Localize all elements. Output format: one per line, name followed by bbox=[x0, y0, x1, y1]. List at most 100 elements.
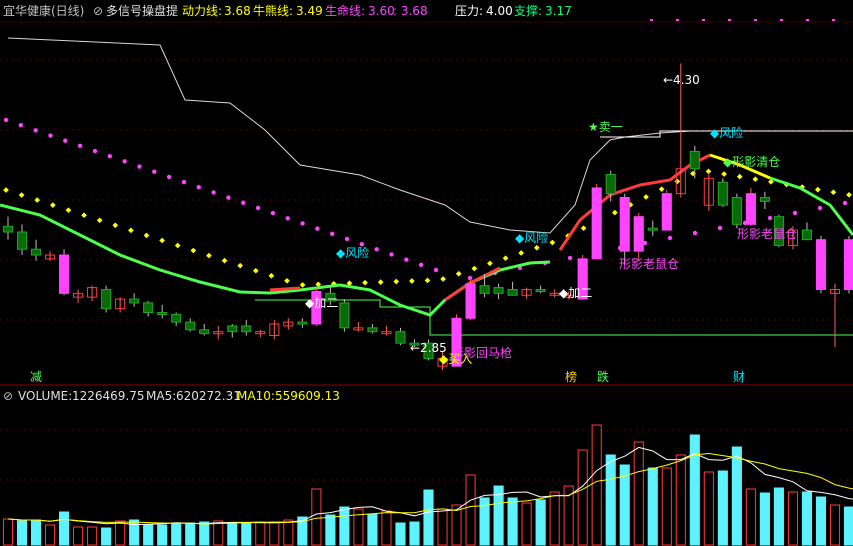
volume-bar-13 bbox=[185, 522, 196, 546]
volume-bar-19 bbox=[269, 521, 280, 546]
yellow-dot-34 bbox=[533, 244, 540, 251]
yellow-dot-1 bbox=[18, 192, 25, 198]
volume-bar-37 bbox=[521, 502, 532, 546]
pink-dot-8 bbox=[122, 159, 127, 164]
volume-bar-38 bbox=[535, 499, 546, 546]
risk-signal-3: ◆风险 bbox=[710, 126, 744, 140]
candle-body-13 bbox=[185, 321, 196, 331]
yellow-dot-14 bbox=[221, 257, 228, 264]
add-signal-2: ◆加二 bbox=[559, 286, 593, 300]
yellow-dot-2 bbox=[34, 197, 41, 203]
pink-dot-22 bbox=[330, 231, 335, 236]
yellow-dot-32 bbox=[502, 255, 509, 261]
pink-dot-10 bbox=[152, 169, 157, 174]
clear-position-signal: ◆形影清仓 bbox=[723, 155, 781, 169]
volume-bar-18 bbox=[255, 521, 266, 546]
candle-body-46 bbox=[647, 227, 658, 231]
candle-body-12 bbox=[171, 313, 182, 323]
volume-bar-6 bbox=[87, 526, 98, 546]
pink-dot-21 bbox=[315, 226, 320, 231]
pink-dot-4 bbox=[63, 138, 68, 143]
pink-dot-b-4 bbox=[567, 255, 573, 261]
volume-bar-4 bbox=[59, 511, 70, 546]
yellow-dot-31 bbox=[487, 260, 493, 267]
yellow-dot-18 bbox=[284, 277, 290, 284]
pink-dot-15 bbox=[226, 195, 231, 200]
pink-dot-5 bbox=[77, 143, 83, 149]
pink-dot-b-12 bbox=[767, 215, 773, 221]
candle-body-16 bbox=[227, 325, 238, 333]
pink-dot-26 bbox=[389, 252, 394, 257]
volume-bar-14 bbox=[199, 521, 210, 546]
pink-dot-19 bbox=[285, 216, 290, 221]
yellow-dot-47 bbox=[736, 173, 743, 180]
candle-body-44 bbox=[619, 197, 630, 252]
ma10-value: 559609.13 bbox=[275, 389, 340, 403]
candle-body-33 bbox=[465, 283, 476, 319]
candle-body-4 bbox=[59, 254, 70, 294]
candle-body-53 bbox=[745, 193, 756, 225]
ma5-value: 620272.31 bbox=[176, 389, 241, 403]
pink-dot-13 bbox=[196, 185, 201, 190]
yellow-dot-43 bbox=[674, 178, 681, 185]
pink-dot-20 bbox=[300, 221, 305, 226]
yellow-dot-11 bbox=[174, 242, 181, 249]
candle-body-60 bbox=[843, 239, 853, 291]
volume-bar-24 bbox=[339, 506, 350, 546]
sell-signal-1: ★卖一 bbox=[588, 120, 623, 134]
candle-body-28 bbox=[395, 331, 406, 344]
yellow-dot-16 bbox=[252, 267, 259, 274]
add-signal-1: ◆加二 bbox=[305, 296, 339, 310]
pink-dot-b-9 bbox=[692, 230, 698, 236]
volume-bar-33 bbox=[465, 474, 476, 546]
volume-bar-41 bbox=[577, 449, 588, 546]
top-mark-4 bbox=[754, 19, 757, 21]
candle-body-14 bbox=[199, 329, 210, 335]
pink-dot-27 bbox=[404, 257, 409, 262]
ma10-label: MA10: bbox=[237, 389, 275, 403]
high-price-label: ←4.30 bbox=[663, 73, 700, 87]
yellow-dot-23 bbox=[362, 279, 368, 286]
candle-body-21 bbox=[297, 321, 308, 325]
pink-dot-1 bbox=[18, 122, 24, 128]
volume-bar-46 bbox=[647, 467, 658, 546]
pink-dot-28 bbox=[418, 262, 424, 268]
pink-dot-0 bbox=[3, 117, 9, 123]
pink-dot-16 bbox=[241, 200, 246, 205]
candle-body-34 bbox=[479, 285, 490, 294]
pink-dot-9 bbox=[137, 164, 142, 169]
top-mark-7 bbox=[832, 19, 835, 21]
yellow-dot-26 bbox=[409, 278, 415, 284]
top-mark-1 bbox=[676, 19, 679, 21]
price-volume-chart[interactable] bbox=[0, 0, 853, 546]
pink-dot-b-14 bbox=[817, 205, 823, 211]
candle-body-45 bbox=[633, 216, 644, 252]
yellow-dot-13 bbox=[206, 252, 212, 259]
life-line-red-a bbox=[269, 286, 301, 292]
top-mark-5 bbox=[780, 19, 783, 21]
yellow-dot-33 bbox=[518, 250, 524, 256]
candle-body-0 bbox=[2, 225, 14, 233]
candle-body-43 bbox=[605, 174, 616, 195]
pink-dot-25 bbox=[374, 247, 379, 252]
top-mark-3 bbox=[728, 19, 731, 21]
marker-jian: 减 bbox=[30, 370, 43, 384]
volume-menu-icon[interactable]: ⊘ bbox=[3, 389, 13, 403]
volume-bar-30 bbox=[423, 489, 434, 546]
yellow-dot-15 bbox=[237, 262, 243, 269]
volume-bar-58 bbox=[815, 496, 827, 546]
volume-bar-11 bbox=[157, 524, 168, 546]
volume-bar-23 bbox=[325, 514, 336, 546]
volume-bar-2 bbox=[30, 519, 42, 546]
yellow-dot-9 bbox=[143, 232, 150, 239]
yellow-dot-17 bbox=[268, 272, 275, 279]
yellow-dot-7 bbox=[112, 222, 119, 229]
yellow-dot-42 bbox=[658, 186, 665, 192]
pink-dot-11 bbox=[166, 174, 172, 180]
volume-bar-39 bbox=[549, 491, 560, 546]
yellow-dot-41 bbox=[643, 194, 649, 200]
yellow-dot-0 bbox=[3, 187, 9, 193]
volume-bar-26 bbox=[367, 513, 378, 546]
yellow-dot-6 bbox=[96, 217, 103, 224]
yellow-dot-28 bbox=[440, 276, 446, 282]
